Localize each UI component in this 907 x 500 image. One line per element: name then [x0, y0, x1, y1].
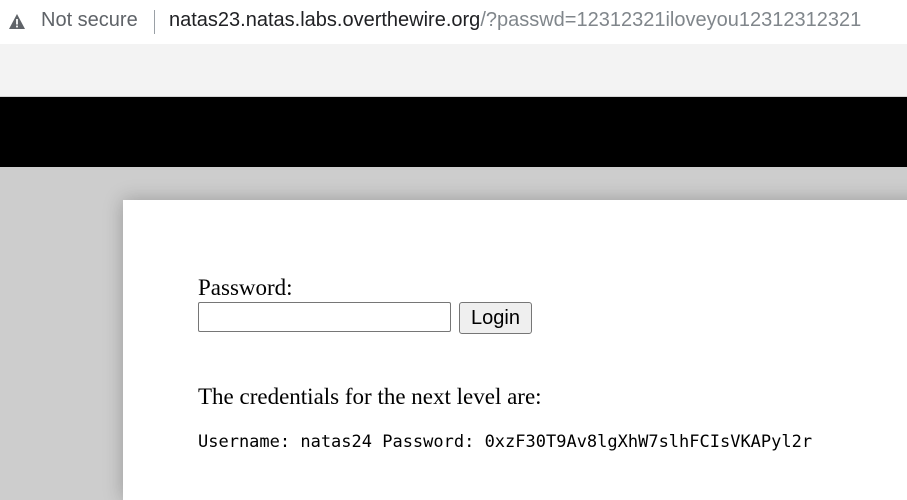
url-field[interactable]: natas23.natas.labs.overthewire.org/?pass…: [169, 9, 861, 32]
url-path: /?passwd=12312321iloveyou12312312321: [480, 9, 862, 31]
password-input[interactable]: [198, 302, 451, 332]
address-separator: [154, 10, 155, 34]
page-header: [0, 97, 907, 167]
browser-toolbar: [0, 44, 907, 97]
url-host: natas23.natas.labs.overthewire.org: [169, 9, 481, 31]
security-status-label[interactable]: Not secure: [41, 9, 138, 32]
login-button[interactable]: Login: [459, 302, 532, 334]
password-label: Password:: [198, 275, 293, 300]
credentials-value: Username: natas24 Password: 0xzF30T9Av8l…: [198, 432, 813, 452]
warning-triangle-icon[interactable]: [8, 13, 26, 30]
address-bar[interactable]: Not secure natas23.natas.labs.overthewir…: [0, 0, 907, 44]
credentials-message: The credentials for the next level are:: [198, 384, 542, 409]
content-panel: Password: Login The credentials for the …: [123, 200, 907, 500]
